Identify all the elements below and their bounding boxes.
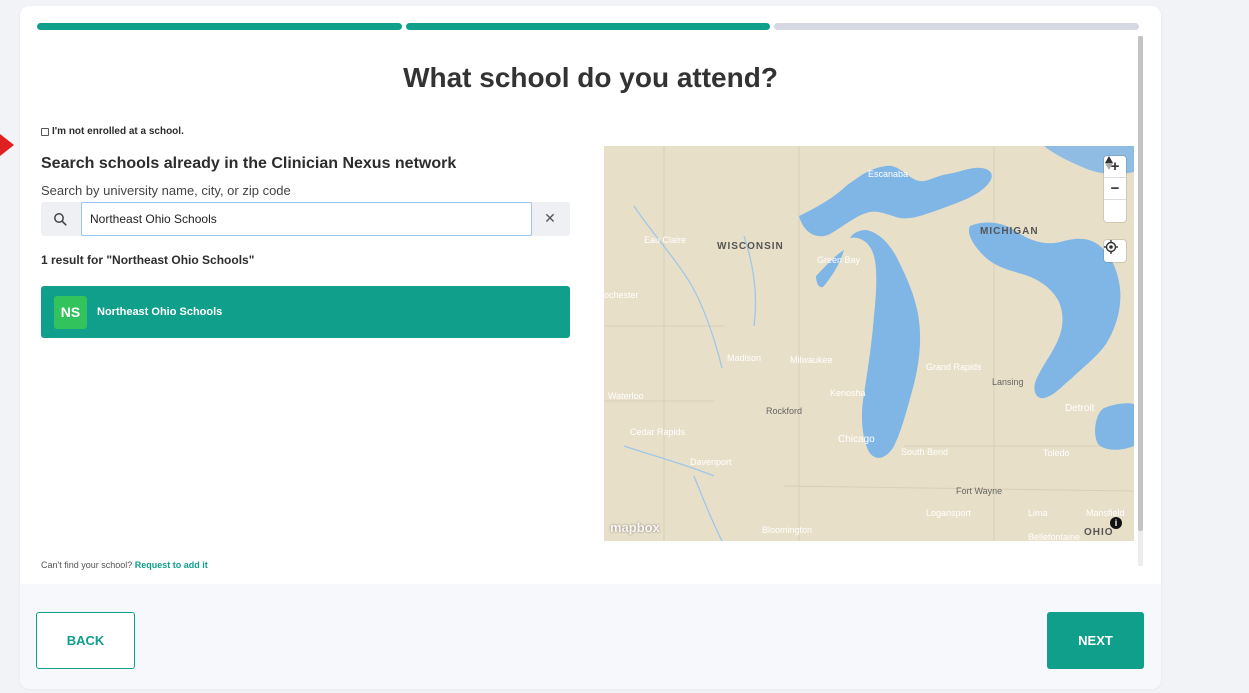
back-button[interactable]: BACK <box>36 612 135 669</box>
result-item[interactable]: NS Northeast Ohio Schools <box>41 286 570 338</box>
map-label-eau-claire: Eau Claire <box>644 235 686 245</box>
school-avatar: NS <box>54 295 87 329</box>
scrollbar[interactable] <box>1138 36 1143 566</box>
clear-icon[interactable]: ✕ <box>542 210 558 226</box>
map-label-cedar-rapids: Cedar Rapids <box>630 427 686 437</box>
page-title: What school do you attend? <box>403 62 778 93</box>
map-label-ohio: OHIO <box>1084 527 1114 538</box>
geolocate-icon[interactable] <box>1104 240 1126 262</box>
map-label-grand-rapids: Grand Rapids <box>926 362 982 372</box>
map-label-davenport: Davenport <box>690 457 732 467</box>
map-label-milwaukee: Milwaukee <box>790 355 833 365</box>
map-label-kenosha: Kenosha <box>830 388 866 398</box>
arrow-pointer-icon <box>0 134 14 156</box>
map-label-chicago: Chicago <box>838 434 875 445</box>
footer-bar: BACK NEXT <box>20 584 1161 689</box>
search-input[interactable] <box>81 202 532 236</box>
map-label-logansport: Logansport <box>926 508 972 518</box>
progress-bar <box>37 23 1140 30</box>
school-name: Northeast Ohio Schools <box>97 306 223 318</box>
map-label-detroit: Detroit <box>1065 403 1095 414</box>
progress-step-2 <box>405 23 771 30</box>
checkbox-box[interactable] <box>41 127 49 136</box>
next-button[interactable]: NEXT <box>1047 612 1144 669</box>
mapbox-logo: mapbox <box>610 520 660 535</box>
map-zoom-controls: + − <box>1104 156 1126 222</box>
zoom-out-icon[interactable]: − <box>1104 178 1126 200</box>
map-label-green-bay: Green Bay <box>817 255 861 265</box>
map-label-fort-wayne: Fort Wayne <box>956 486 1002 496</box>
compass-icon[interactable] <box>1104 156 1126 222</box>
search-icon <box>54 213 67 226</box>
cant-find-note: Can't find your school? Request to add i… <box>41 560 208 570</box>
request-add-link[interactable]: Request to add it <box>135 560 208 570</box>
map-label-rochester: ochester <box>604 290 639 300</box>
info-icon[interactable]: i <box>1110 517 1122 529</box>
map-label-bellefontaine: Bellefontaine <box>1028 532 1080 541</box>
not-enrolled-checkbox[interactable]: I'm not enrolled at a school. <box>41 126 184 137</box>
search-hint: Search by university name, city, or zip … <box>41 183 291 198</box>
progress-step-1 <box>37 23 402 30</box>
map-label-escanaba: Escanaba <box>868 169 908 179</box>
map-label-lima: Lima <box>1028 508 1048 518</box>
onboarding-card: What school do you attend? I'm not enrol… <box>20 6 1161 689</box>
map-label-south-bend: South Bend <box>901 447 948 457</box>
map-label-bloomington: Bloomington <box>762 525 812 535</box>
progress-step-3 <box>774 23 1140 30</box>
map-view[interactable]: Escanaba Eau Claire WISCONSIN Green Bay … <box>604 146 1134 541</box>
cant-find-text: Can't find your school? <box>41 560 133 570</box>
search-heading: Search schools already in the Clinician … <box>41 155 457 172</box>
map-label-mansfield: Mansfield <box>1086 508 1125 518</box>
map-canvas: Escanaba Eau Claire WISCONSIN Green Bay … <box>604 146 1134 541</box>
map-label-waterloo: Waterloo <box>608 391 644 401</box>
map-label-lansing: Lansing <box>992 377 1024 387</box>
map-label-madison: Madison <box>727 353 761 363</box>
search-bar: ✕ <box>41 202 570 236</box>
scrollbar-thumb[interactable] <box>1138 36 1143 531</box>
map-label-toledo: Toledo <box>1043 448 1070 458</box>
map-label-michigan: MICHIGAN <box>980 226 1039 237</box>
results-count: 1 result for "Northeast Ohio Schools" <box>41 253 255 267</box>
not-enrolled-label: I'm not enrolled at a school. <box>52 126 184 137</box>
map-label-rockford: Rockford <box>766 406 802 416</box>
map-label-wisconsin: WISCONSIN <box>717 241 784 252</box>
